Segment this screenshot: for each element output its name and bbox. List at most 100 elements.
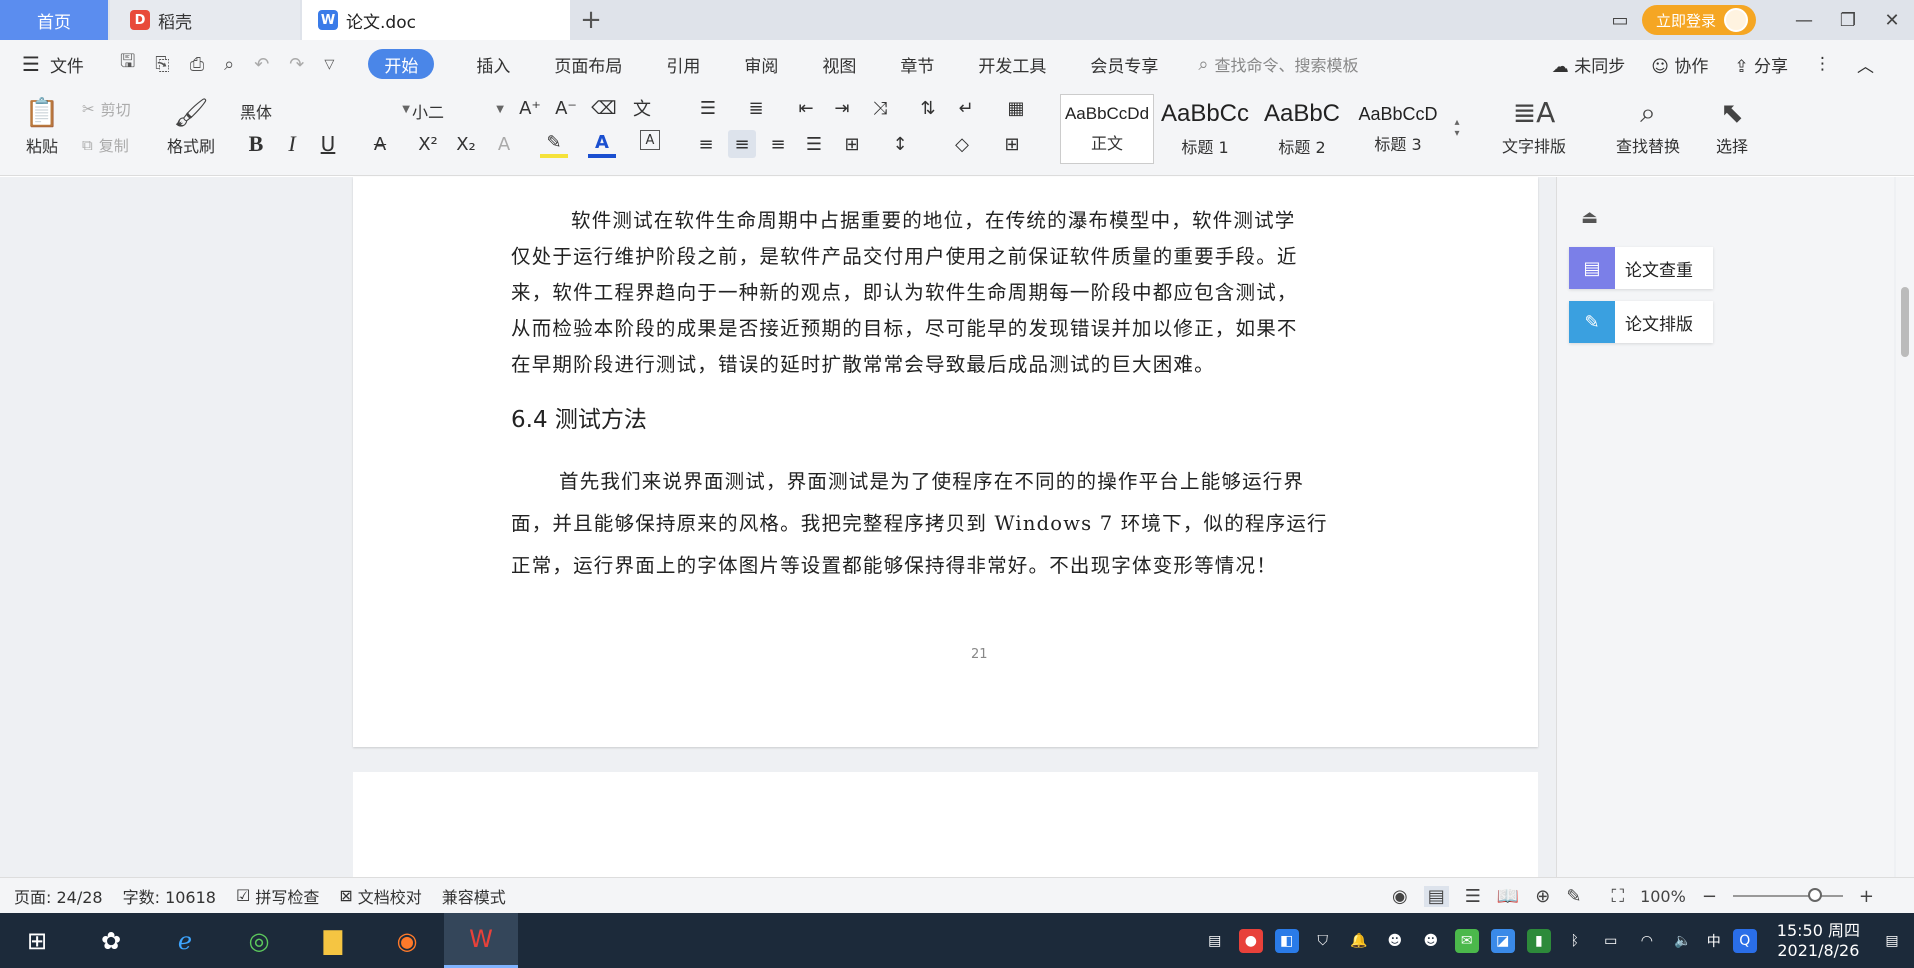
paste-button[interactable]: 📋 粘贴	[14, 92, 70, 162]
tray-app-icon[interactable]: ▤	[1203, 929, 1227, 953]
clock[interactable]: 15:50 周四 2021/8/26	[1777, 921, 1860, 961]
new-tab-plus-icon[interactable]: +	[575, 4, 607, 36]
cut-button[interactable]: ✂ 剪切	[82, 96, 131, 122]
tab-page-layout[interactable]: 页面布局	[532, 49, 644, 79]
tab-home[interactable]: 首页	[0, 0, 108, 40]
select-button[interactable]: ⬉ 选择	[1700, 92, 1764, 162]
zoom-out-icon[interactable]: −	[1702, 886, 1717, 907]
outline-view-icon[interactable]: ☰	[1465, 886, 1481, 907]
ie-browser-icon[interactable]: ℯ	[148, 913, 222, 968]
doc-proof-button[interactable]: ⊠ 文档校对	[339, 884, 421, 908]
tray-penguin-icon[interactable]: ☻	[1419, 929, 1443, 953]
page-view-icon[interactable]: ▤	[1423, 885, 1449, 907]
style-normal[interactable]: AaBbCcDd 正文	[1060, 94, 1154, 164]
borders-icon[interactable]: ⊞	[998, 130, 1026, 158]
shield-icon[interactable]: ⛉	[1311, 929, 1335, 953]
fit-page-icon[interactable]: ⛶	[1611, 886, 1624, 907]
shading-icon[interactable]: ◇	[948, 130, 976, 158]
char-border-icon[interactable]: A	[640, 130, 660, 150]
command-search[interactable]: ⌕ 查找命令、搜索模板	[1198, 52, 1358, 76]
style-heading-2[interactable]: AaBbC 标题 2	[1256, 94, 1348, 164]
tab-review[interactable]: 审阅	[722, 49, 800, 79]
redo-icon[interactable]: ↷	[289, 54, 304, 75]
more-icon[interactable]: ⋮	[1814, 54, 1831, 74]
paper-format-button[interactable]: ✎ 论文排版	[1569, 301, 1713, 343]
app-icon-fan[interactable]: ✿	[74, 913, 148, 968]
font-name-select[interactable]: 黑体 ▼	[240, 99, 410, 123]
bell-icon[interactable]: 🔔	[1347, 929, 1371, 953]
strikethrough-icon[interactable]: A	[366, 130, 394, 158]
scrollbar-thumb[interactable]	[1901, 287, 1909, 357]
show-marks-icon[interactable]: ↵	[952, 94, 980, 122]
line-spacing-icon[interactable]: ↕	[886, 130, 914, 158]
table-ruler-icon[interactable]: ▦	[1002, 94, 1030, 122]
login-button[interactable]: 立即登录	[1641, 5, 1756, 35]
undo-icon[interactable]: ↶	[254, 54, 269, 75]
align-right-icon[interactable]: ≡	[764, 130, 792, 158]
wifi-icon[interactable]: ◠	[1635, 929, 1659, 953]
italic-icon[interactable]: I	[278, 130, 306, 158]
underline-icon[interactable]: U	[314, 130, 342, 158]
web-view-icon[interactable]: ⊕	[1535, 886, 1550, 907]
clear-format-icon[interactable]: ⌫	[590, 94, 618, 122]
tray-square-icon[interactable]: ◪	[1490, 928, 1515, 953]
font-color-icon[interactable]: A	[588, 130, 616, 158]
increase-indent-icon[interactable]: ⇥	[828, 94, 856, 122]
search-app-icon[interactable]: Q	[1732, 928, 1757, 953]
zoom-slider[interactable]	[1732, 888, 1843, 902]
collapse-up-icon[interactable]: ⏏	[1581, 207, 1598, 228]
copy-button[interactable]: ⧉ 复制	[82, 132, 129, 158]
numbered-list-icon[interactable]: ≣	[742, 94, 770, 122]
text-layout-button[interactable]: ≣A 文字排版	[1486, 92, 1582, 162]
browser-360-icon[interactable]: ◎	[222, 913, 296, 968]
wechat-icon[interactable]: ✉	[1454, 928, 1479, 953]
grow-font-icon[interactable]: A⁺	[516, 94, 544, 122]
zoom-in-icon[interactable]: +	[1859, 886, 1874, 907]
volume-icon[interactable]: 🔈	[1671, 929, 1695, 953]
tab-start[interactable]: 开始	[368, 49, 435, 79]
distribute-icon[interactable]: ⊞	[838, 130, 866, 158]
style-heading-3[interactable]: AaBbCcD 标题 3	[1352, 94, 1444, 164]
find-replace-button[interactable]: ⌕ 查找替换	[1600, 92, 1696, 162]
tray-blue-icon[interactable]: ◧	[1274, 928, 1299, 953]
write-mode-icon[interactable]: ✎	[1566, 886, 1581, 907]
notification-icon[interactable]: ▤	[1880, 929, 1904, 953]
battery-icon[interactable]: ▭	[1599, 929, 1623, 953]
tab-view[interactable]: 视图	[800, 49, 878, 79]
windows-start-icon[interactable]: ⊞	[0, 913, 74, 968]
sync-button[interactable]: ☁ 未同步	[1552, 52, 1625, 77]
tab-developer[interactable]: 开发工具	[956, 49, 1068, 79]
file-explorer-icon[interactable]: ▇	[296, 913, 370, 968]
tab-insert[interactable]: 插入	[454, 49, 532, 79]
export-icon[interactable]: ⎘	[155, 54, 169, 75]
print-preview-icon[interactable]: ⌕	[224, 54, 234, 75]
bullet-list-icon[interactable]: ☰	[694, 94, 722, 122]
superscript-icon[interactable]: X²	[414, 130, 442, 158]
justify-icon[interactable]: ☰	[800, 130, 828, 158]
customize-icon[interactable]: ▽	[324, 57, 334, 72]
styles-more-icon[interactable]: ▴ ▾	[1450, 98, 1464, 158]
collapse-ribbon-icon[interactable]: ︿	[1857, 52, 1874, 77]
bluetooth-icon[interactable]: ᛒ	[1563, 929, 1587, 953]
read-view-icon[interactable]: 📖	[1497, 886, 1519, 907]
align-left-icon[interactable]: ≡	[692, 130, 720, 158]
page-count[interactable]: 页面: 24/28	[14, 884, 103, 908]
subscript-icon[interactable]: X₂	[452, 130, 480, 158]
document-page[interactable]: 软件测试在软件生命周期中占据重要的地位，在传统的瀑布模型中，软件测试学 仅处于运…	[353, 177, 1538, 747]
tray-red-icon[interactable]: ●	[1238, 928, 1263, 953]
nvidia-icon[interactable]: ▮	[1526, 928, 1551, 953]
layout-icon[interactable]: ▭	[1598, 0, 1642, 40]
align-center-icon[interactable]: ≡	[728, 130, 756, 158]
bold-icon[interactable]: B	[242, 130, 270, 158]
zoom-slider-knob[interactable]	[1808, 888, 1823, 902]
spell-check-button[interactable]: ☑ 拼写检查	[236, 884, 319, 908]
eye-protect-icon[interactable]: ◉	[1392, 886, 1408, 907]
tab-document[interactable]: W 论文.doc	[302, 0, 570, 40]
tab-references[interactable]: 引用	[644, 49, 722, 79]
decrease-indent-icon[interactable]: ⇤	[792, 94, 820, 122]
wps-office-icon[interactable]: W	[444, 913, 518, 968]
tab-daoke[interactable]: D 稻壳	[110, 0, 300, 40]
close-icon[interactable]: ✕	[1870, 0, 1914, 40]
format-painter-button[interactable]: 🖌 格式刷	[160, 92, 222, 162]
chinese-layout-icon[interactable]: ⤨	[866, 94, 894, 122]
